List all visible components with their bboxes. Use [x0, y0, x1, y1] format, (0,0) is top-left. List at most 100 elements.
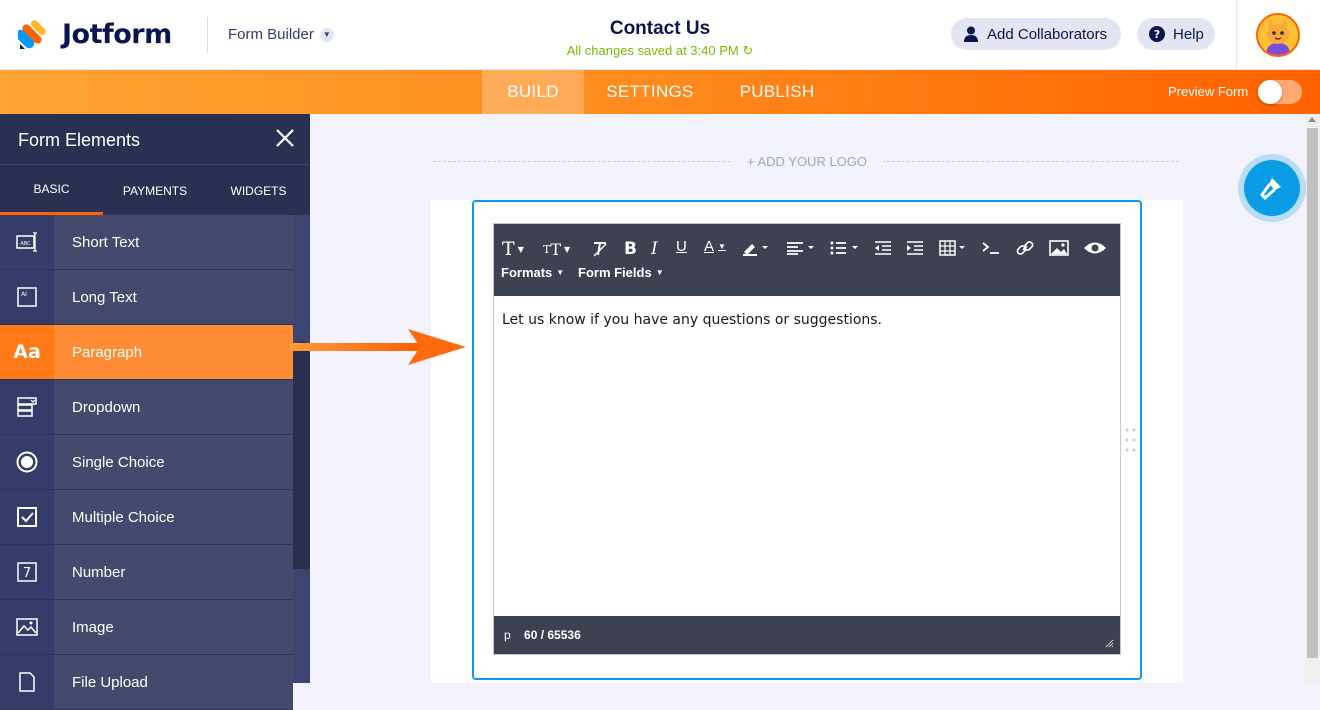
arrow-annotation — [290, 329, 466, 365]
close-icon[interactable] — [274, 127, 296, 149]
checkbox-icon — [0, 490, 54, 544]
canvas-scrollbar-thumb[interactable] — [1307, 128, 1318, 658]
tab-widgets[interactable]: WIDGETS — [207, 165, 310, 216]
tab-build[interactable]: BUILD — [482, 70, 584, 114]
element-single-choice[interactable]: Single Choice — [0, 435, 293, 490]
font-size-icon[interactable]: T T ▼ — [543, 240, 570, 259]
long-text-icon: AI — [0, 270, 54, 324]
outdent-icon[interactable] — [874, 240, 892, 256]
preview-form-toggle[interactable] — [1258, 80, 1302, 104]
user-divider — [1236, 0, 1237, 70]
element-label: Dropdown — [72, 398, 141, 416]
avatar-cat-icon — [1258, 15, 1298, 55]
element-label: File Upload — [72, 673, 148, 691]
character-count: 60 / 65536 — [524, 628, 581, 642]
form-title-wrap: Contact Us — [0, 18, 1320, 40]
editor-content[interactable]: Let us know if you have any questions or… — [502, 312, 882, 328]
formats-label: Formats — [501, 265, 553, 280]
toggle-knob — [1258, 80, 1282, 104]
panel-tabs: BASIC PAYMENTS WIDGETS — [0, 164, 310, 216]
tab-basic[interactable]: BASIC — [0, 165, 103, 216]
saved-status: All changes saved at 3:40 PM — [566, 43, 739, 58]
element-list: ABC Short Text AI Long Text Aa Paragraph… — [0, 215, 293, 710]
element-label: Short Text — [72, 233, 140, 251]
paint-roller-icon — [1260, 178, 1281, 201]
help-label: Help — [1173, 25, 1204, 43]
panel-title: Form Elements — [18, 130, 141, 150]
form-fields-label: Form Fields — [578, 265, 652, 280]
help-button[interactable]: ? Help — [1137, 18, 1215, 50]
tab-publish[interactable]: PUBLISH — [725, 70, 829, 114]
list-icon[interactable] — [830, 240, 862, 256]
chevron-down-icon: ▼ — [319, 27, 334, 42]
bold-icon[interactable]: B — [624, 239, 637, 259]
scroll-up-arrow-icon[interactable] — [1308, 117, 1316, 122]
builder-nav-bar: BUILD SETTINGS PUBLISH Preview Form — [0, 70, 1320, 114]
element-number[interactable]: 7 Number — [0, 545, 293, 600]
add-logo-button[interactable]: + ADD YOUR LOGO — [731, 154, 883, 170]
upload-icon — [0, 655, 54, 709]
editor-status-bar: p 60 / 65536 — [494, 616, 1120, 654]
image-icon — [0, 600, 54, 654]
svg-text:?: ? — [1154, 28, 1160, 41]
svg-text:AI: AI — [21, 291, 27, 298]
form-builder-dropdown[interactable]: Form Builder ▼ — [228, 26, 334, 43]
radio-icon — [0, 435, 54, 489]
element-image[interactable]: Image — [0, 600, 293, 655]
tab-payments[interactable]: PAYMENTS — [103, 165, 207, 216]
form-title[interactable]: Contact Us — [610, 18, 710, 39]
preview-form-label: Preview Form — [1168, 84, 1249, 99]
panel-header: Form Elements — [0, 114, 310, 164]
underline-icon[interactable]: U — [676, 238, 687, 255]
text-color-icon[interactable]: A ▼ — [704, 238, 726, 255]
align-icon[interactable] — [786, 241, 818, 255]
help-icon: ? — [1149, 26, 1165, 42]
panel-scrollbar-thumb[interactable] — [293, 342, 310, 569]
element-label: Single Choice — [72, 453, 165, 471]
preview-eye-icon[interactable] — [1083, 241, 1107, 255]
fab-inner — [1244, 160, 1300, 216]
element-paragraph[interactable]: Aa Paragraph — [0, 325, 293, 380]
paragraph-icon: Aa — [0, 325, 54, 379]
canvas-scrollbar[interactable] — [1305, 114, 1320, 683]
insert-image-icon[interactable] — [1049, 240, 1069, 256]
element-label: Number — [72, 563, 126, 581]
avatar[interactable] — [1256, 13, 1300, 57]
form-fields-dropdown[interactable]: Form Fields ▼ — [578, 265, 664, 280]
element-long-text[interactable]: AI Long Text — [0, 270, 293, 325]
font-family-icon[interactable]: T ▼ — [502, 238, 524, 260]
element-label: Long Text — [72, 288, 137, 306]
dropdown-icon — [0, 380, 54, 434]
element-short-text[interactable]: ABC Short Text — [0, 215, 293, 270]
top-bar: Jotform Form Builder ▼ Contact Us All ch… — [0, 0, 1320, 70]
italic-icon[interactable]: I — [651, 239, 658, 259]
element-path: p — [504, 628, 511, 642]
element-multiple-choice[interactable]: Multiple Choice — [0, 490, 293, 545]
element-label: Image — [72, 618, 114, 636]
refresh-icon[interactable]: ↻ — [742, 43, 753, 58]
indent-icon[interactable] — [906, 240, 924, 256]
add-collaborators-label: Add Collaborators — [987, 25, 1108, 43]
form-elements-panel: Form Elements BASIC PAYMENTS WIDGETS ABC… — [0, 114, 310, 710]
highlight-icon[interactable] — [742, 240, 770, 256]
builder-label: Form Builder — [228, 26, 314, 43]
tab-settings[interactable]: SETTINGS — [590, 70, 710, 114]
element-label: Paragraph — [72, 343, 143, 361]
resize-handle-icon[interactable] — [1105, 639, 1114, 648]
svg-text:7: 7 — [23, 566, 31, 581]
editor-toolbar: T ▼ T T ▼ B I U A ▼ Formats ▼ Form Fields ▼ — [494, 224, 1120, 296]
form-designer-button[interactable] — [1238, 154, 1306, 222]
add-collaborators-button[interactable]: Add Collaborators — [951, 18, 1121, 50]
user-icon — [963, 26, 979, 42]
drag-handle-icon[interactable] — [1124, 427, 1138, 453]
link-icon[interactable] — [1016, 239, 1034, 257]
code-icon[interactable] — [982, 241, 1000, 255]
element-dropdown[interactable]: Dropdown — [0, 380, 293, 435]
formats-dropdown[interactable]: Formats ▼ — [501, 265, 564, 280]
saved-status-wrap: All changes saved at 3:40 PM ↻ — [0, 43, 1320, 59]
short-text-icon: ABC — [0, 215, 54, 269]
svg-text:ABC: ABC — [20, 241, 31, 247]
clear-format-icon[interactable] — [591, 240, 609, 258]
table-icon[interactable] — [939, 240, 969, 256]
number-icon: 7 — [0, 545, 54, 599]
